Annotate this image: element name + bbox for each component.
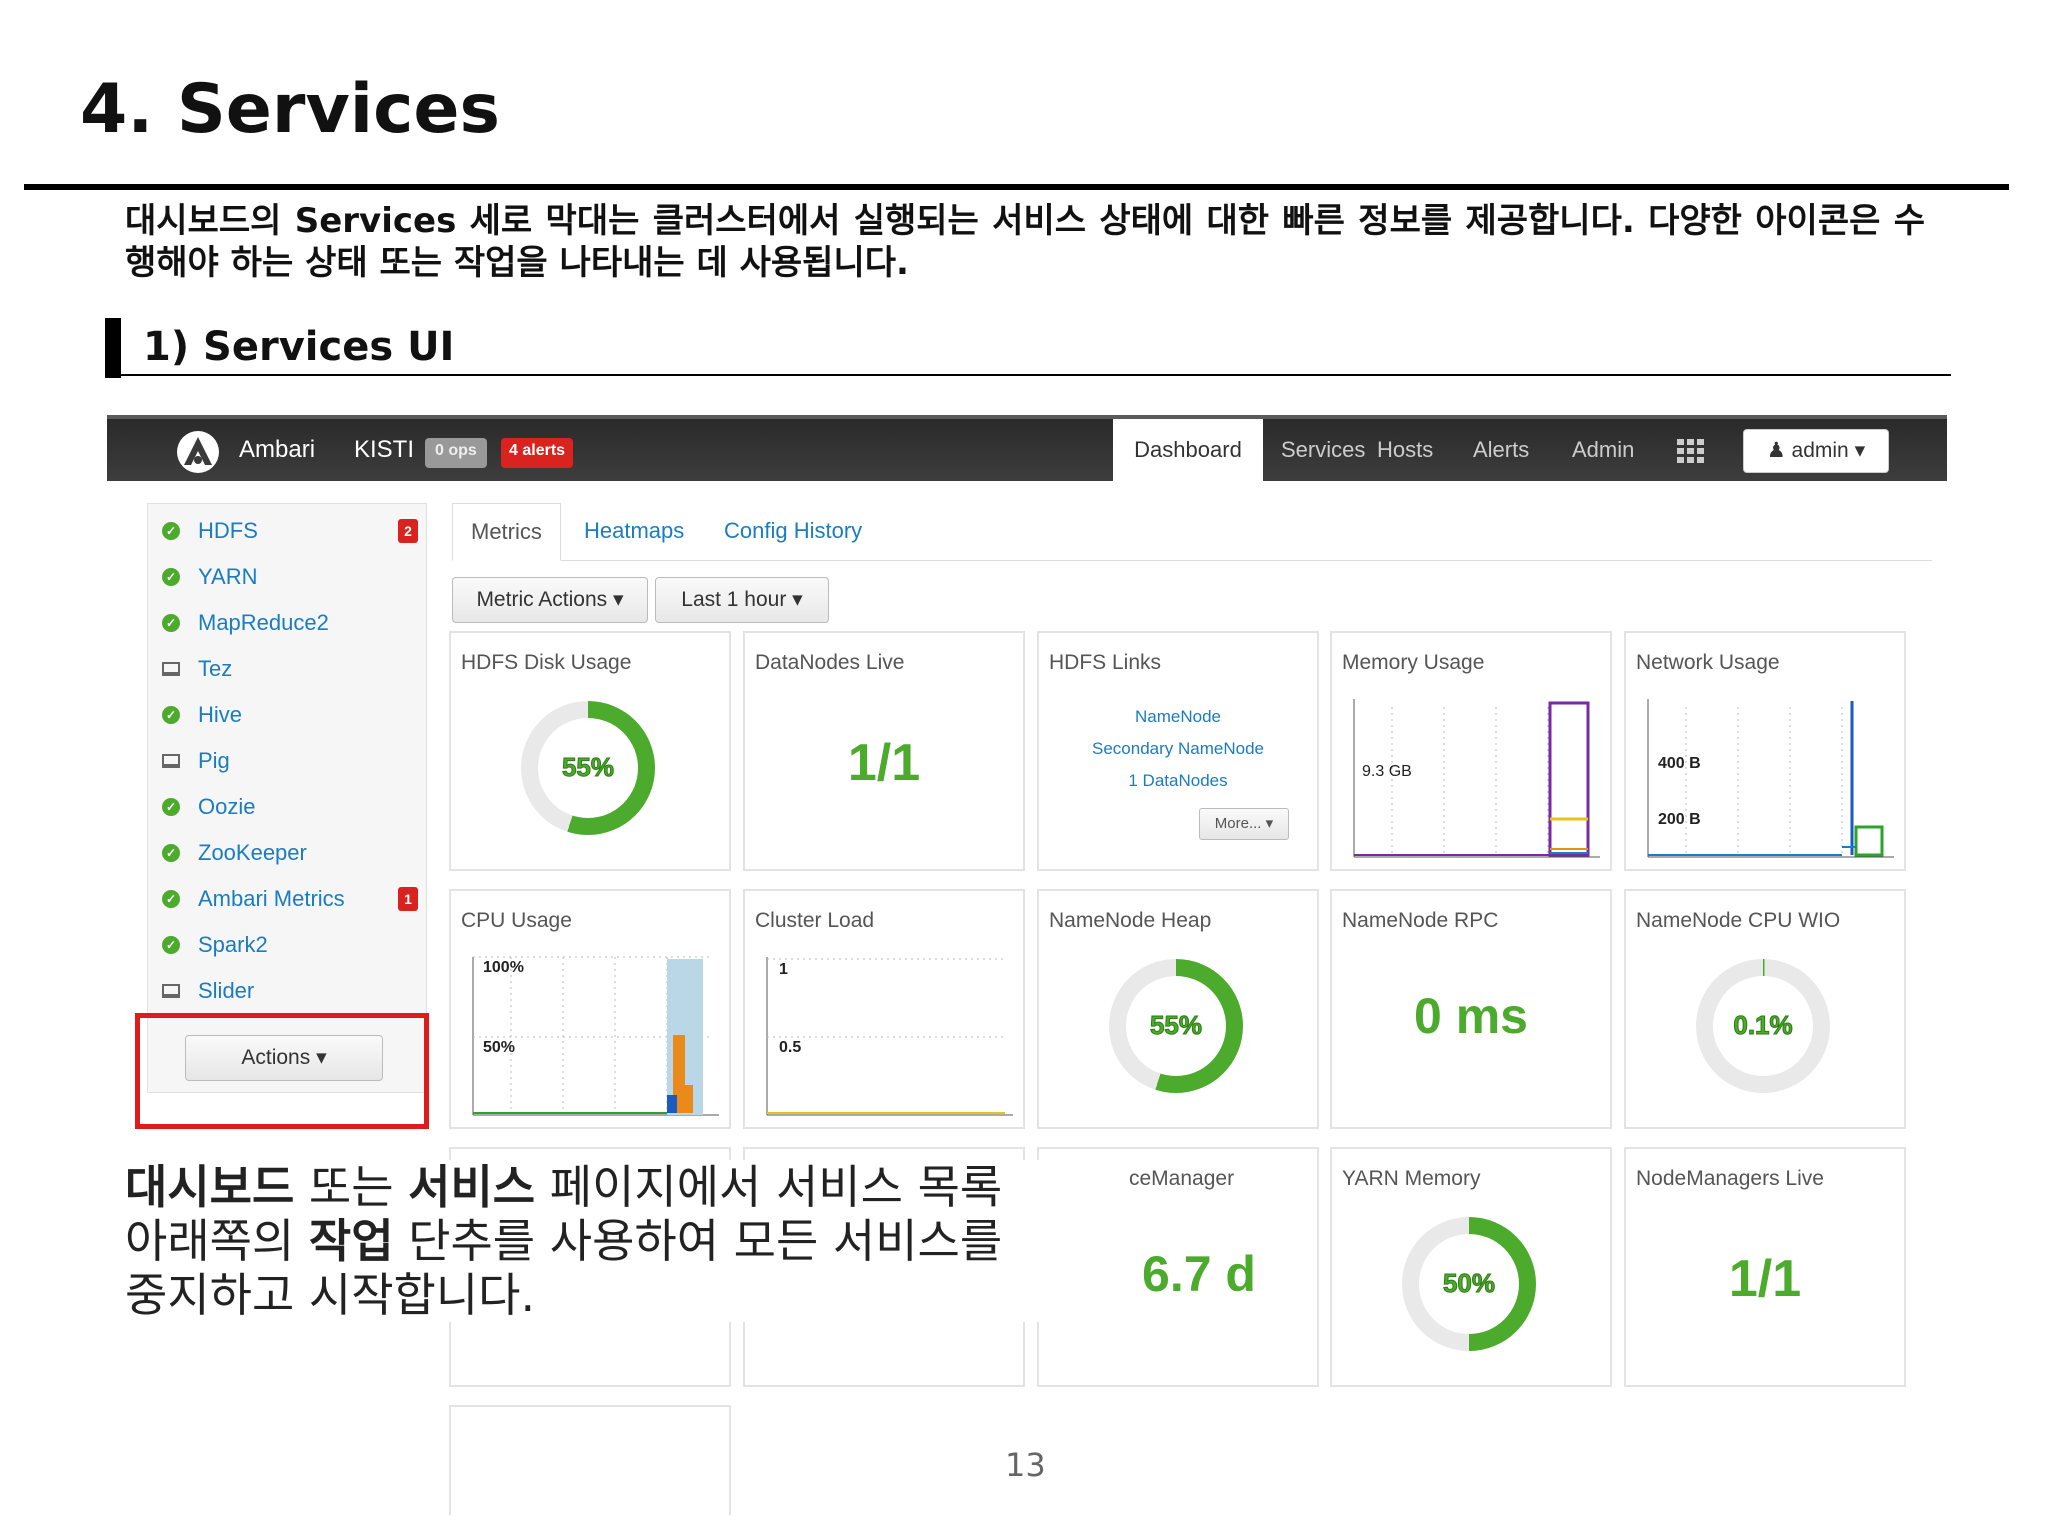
- rm-uptime-value: 6.7 d: [1142, 1246, 1256, 1302]
- caret-down-icon: ▾: [607, 588, 624, 611]
- sidebar-item-hdfs[interactable]: ✓ HDFS: [162, 516, 258, 546]
- sidebar-item-zookeeper[interactable]: ✓ ZooKeeper: [162, 838, 307, 868]
- sidebar-item-spark2[interactable]: ✓ Spark2: [162, 930, 268, 960]
- widget-namenode-cpu-wio[interactable]: NameNode CPU WIO 0.1%: [1624, 889, 1906, 1129]
- yarn-memory-donut: 50%: [1402, 1217, 1536, 1351]
- sidebar-item-hive[interactable]: ✓ Hive: [162, 700, 242, 730]
- time-range-button[interactable]: Last 1 hour ▾: [655, 577, 829, 623]
- ambari-screenshot: Ambari KISTI 0 ops 4 alerts Dashboard Se…: [107, 415, 1947, 1515]
- subtitle: 1) Services UI: [143, 324, 455, 370]
- sidebar-item-mapreduce2[interactable]: ✓ MapReduce2: [162, 608, 329, 638]
- network-sparkline: [1647, 699, 1894, 858]
- check-circle-icon: ✓: [162, 798, 180, 816]
- sidebar-item-oozie[interactable]: ✓ Oozie: [162, 792, 255, 822]
- widget-network-usage[interactable]: Network Usage 400 B 200 B: [1624, 631, 1906, 871]
- subtitle-rule: [121, 374, 1951, 376]
- cluster-load-sparkline: [766, 957, 1013, 1116]
- nav-alerts[interactable]: Alerts: [1473, 419, 1529, 481]
- brand-name[interactable]: Ambari: [239, 436, 315, 464]
- widget-resourcemanager-uptime[interactable]: ceManager 6.7 d: [1037, 1147, 1319, 1387]
- cpu-sparkline: [472, 956, 719, 1116]
- laptop-icon: [162, 754, 180, 768]
- tab-config-history[interactable]: Config History: [724, 503, 862, 561]
- actions-highlight-box: [135, 1013, 429, 1129]
- widget-namenode-rpc[interactable]: NameNode RPC 0 ms: [1330, 889, 1612, 1129]
- namenode-rpc-value: 0 ms: [1414, 988, 1528, 1044]
- link-secondary-namenode[interactable]: Secondary NameNode: [1039, 739, 1317, 759]
- page-number: 13: [1005, 1446, 1046, 1484]
- top-navbar: Ambari KISTI 0 ops 4 alerts Dashboard Se…: [107, 415, 1947, 481]
- sidebar-item-slider[interactable]: Slider: [162, 976, 254, 1006]
- check-circle-icon: ✓: [162, 890, 180, 908]
- caret-down-icon: ▾: [1261, 815, 1274, 832]
- user-icon: ♟: [1766, 439, 1792, 462]
- load-label-05: 0.5: [779, 1039, 802, 1056]
- load-label-1: 1: [779, 961, 788, 978]
- nav-services[interactable]: Services: [1281, 419, 1365, 481]
- widget-memory-usage[interactable]: Memory Usage 9.3 GB: [1330, 631, 1612, 871]
- check-circle-icon: ✓: [162, 522, 180, 540]
- widget-hdfs-disk-usage[interactable]: HDFS Disk Usage 55%: [449, 631, 731, 871]
- nav-admin[interactable]: Admin: [1572, 419, 1634, 481]
- laptop-icon: [162, 662, 180, 676]
- caret-down-icon: ▾: [1848, 439, 1866, 462]
- nav-hosts[interactable]: Hosts: [1377, 419, 1433, 481]
- cluster-name[interactable]: KISTI: [354, 436, 414, 464]
- more-button[interactable]: More... ▾: [1199, 808, 1289, 840]
- sidebar-item-pig[interactable]: Pig: [162, 746, 230, 776]
- caret-down-icon: ▾: [786, 588, 803, 611]
- widget-cpu-usage[interactable]: CPU Usage 100% 50%: [449, 889, 731, 1129]
- datanodes-value: 1/1: [847, 734, 921, 792]
- sidebar-item-ambari-metrics[interactable]: ✓ Ambari Metrics: [162, 884, 345, 914]
- hdfs-disk-donut: 55%: [521, 701, 655, 835]
- cpu-label-100: 100%: [483, 959, 524, 976]
- widget-cluster-load[interactable]: Cluster Load 1 0.5: [743, 889, 1025, 1129]
- widget-datanodes-live[interactable]: DataNodes Live 1/1: [743, 631, 1025, 871]
- cpu-label-50: 50%: [483, 1039, 516, 1056]
- network-label-200: 200 B: [1658, 811, 1701, 828]
- subtitle-bar: [105, 318, 121, 378]
- sidebar-item-yarn[interactable]: ✓ YARN: [162, 562, 258, 592]
- widget-namenode-heap[interactable]: NameNode Heap 55%: [1037, 889, 1319, 1129]
- metric-actions-button[interactable]: Metric Actions ▾: [452, 577, 648, 623]
- widget-yarn-memory[interactable]: YARN Memory 50%: [1330, 1147, 1612, 1387]
- alerts-badge[interactable]: 4 alerts: [501, 438, 574, 468]
- hdfs-alert-count[interactable]: 2: [398, 519, 418, 543]
- slide-title: 4. Services: [80, 70, 500, 149]
- tab-metrics[interactable]: Metrics: [452, 503, 561, 561]
- check-circle-icon: ✓: [162, 936, 180, 954]
- admin-dropdown[interactable]: ♟ admin ▾: [1743, 429, 1889, 473]
- widget-hdfs-links[interactable]: HDFS Links NameNode Secondary NameNode 1…: [1037, 631, 1319, 871]
- nodemanagers-value: 1/1: [1728, 1250, 1802, 1308]
- tab-heatmaps[interactable]: Heatmaps: [584, 503, 684, 561]
- namenode-cpu-donut: 0.1%: [1696, 959, 1830, 1093]
- widget-nodemanagers-live[interactable]: NodeManagers Live 1/1: [1624, 1147, 1906, 1387]
- namenode-heap-donut: 55%: [1109, 959, 1243, 1093]
- check-circle-icon: ✓: [162, 706, 180, 724]
- grid-icon[interactable]: [1677, 439, 1705, 463]
- laptop-icon: [162, 984, 180, 998]
- check-circle-icon: ✓: [162, 614, 180, 632]
- intro-text: 대시보드의 Services 세로 막대는 클러스터에서 실행되는 서비스 상태…: [125, 201, 1925, 283]
- services-sidebar: ✓ HDFS 2 ✓ YARN ✓ MapReduce2 Tez ✓ Hive Pig …: [147, 503, 427, 1093]
- admin-label: admin: [1791, 439, 1849, 462]
- sidebar-item-tez[interactable]: Tez: [162, 654, 232, 684]
- ambari-logo-icon: [177, 431, 219, 473]
- link-namenode[interactable]: NameNode: [1039, 707, 1317, 727]
- caption: 대시보드 또는 서비스 페이지에서 서비스 목록 아래쪽의 작업 단추를 사용하…: [125, 1160, 1055, 1322]
- ops-badge[interactable]: 0 ops: [425, 438, 487, 468]
- memory-label: 9.3 GB: [1362, 763, 1412, 780]
- check-circle-icon: ✓: [162, 844, 180, 862]
- dashboard-tabs: Metrics Heatmaps Config History: [452, 503, 1932, 561]
- title-rule: [24, 184, 2009, 190]
- nav-dashboard[interactable]: Dashboard: [1113, 419, 1263, 481]
- network-label-400: 400 B: [1658, 755, 1701, 772]
- link-datanodes[interactable]: 1 DataNodes: [1039, 771, 1317, 791]
- widget-row4-1[interactable]: [449, 1405, 731, 1515]
- ambari-metrics-alert-count[interactable]: 1: [398, 887, 418, 911]
- check-circle-icon: ✓: [162, 568, 180, 586]
